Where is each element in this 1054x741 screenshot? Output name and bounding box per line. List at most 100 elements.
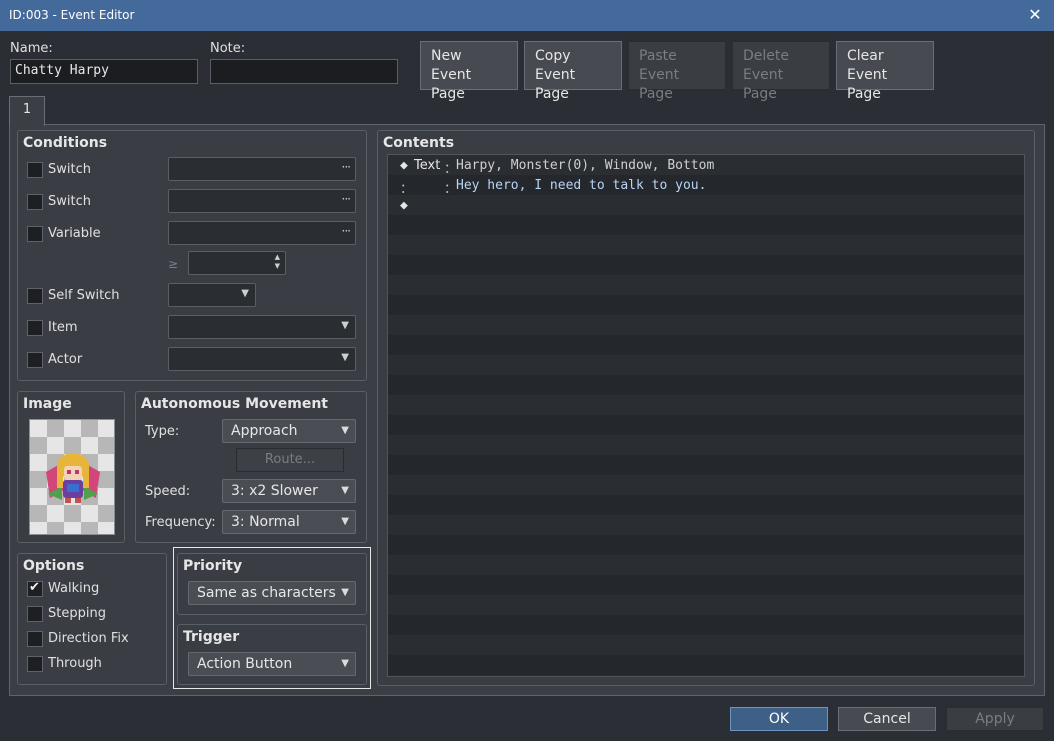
command-line[interactable]: ◆: [388, 197, 1024, 217]
self-switch-dropdown[interactable]: ▼: [168, 283, 256, 307]
ellipsis-icon: ···: [341, 160, 352, 174]
title-bar: ID:003 - Event Editor ✕: [0, 0, 1054, 31]
delete-event-page-label-2: Event Page: [743, 67, 784, 102]
copy-event-page-label-1: Copy: [535, 48, 571, 64]
tab-page-1[interactable]: 1: [9, 96, 45, 126]
item-dropdown[interactable]: ▼: [168, 315, 356, 339]
speed-dropdown[interactable]: 3: x2 Slower ▼: [222, 479, 356, 503]
variable-selector[interactable]: ···: [168, 221, 356, 245]
speed-label: Speed:: [145, 484, 191, 499]
contents-title: Contents: [383, 135, 455, 151]
switch2-selector[interactable]: ···: [168, 189, 356, 213]
trigger-value: Action Button: [197, 656, 293, 672]
variable-checkbox[interactable]: [27, 226, 43, 242]
copy-event-page-button[interactable]: Copy Event Page: [524, 41, 622, 102]
apply-button[interactable]: Apply: [946, 707, 1044, 731]
clear-event-page-button[interactable]: Clear Event Page: [836, 41, 934, 102]
chevron-down-icon: ▼: [341, 658, 349, 669]
autonomous-movement-group: Autonomous Movement Type: Approach ▼ Rout…: [135, 391, 367, 543]
trigger-dropdown[interactable]: Action Button ▼: [188, 652, 356, 676]
options-group: Options Walking Stepping Direction Fix T…: [17, 553, 167, 685]
item-label: Item: [48, 320, 78, 335]
chevron-down-icon: ▼: [341, 352, 349, 363]
movement-type-label: Type:: [145, 424, 180, 439]
cancel-button[interactable]: Cancel: [838, 707, 936, 731]
message-text: Hey hero, I need to talk to you.: [456, 178, 707, 193]
copy-event-page-label-2: Event Page: [535, 67, 576, 102]
note-field[interactable]: [210, 59, 398, 84]
direction-fix-checkbox[interactable]: [27, 631, 43, 647]
name-label: Name:: [10, 41, 53, 56]
clear-event-page-label-2: Event Page: [847, 67, 888, 102]
stepping-checkbox[interactable]: [27, 606, 43, 622]
spinner-arrows-icon[interactable]: ▲ ▼: [275, 253, 280, 271]
conditions-group: Conditions Switch ··· Switch ··· Variabl…: [17, 130, 367, 381]
chevron-down-icon: ▼: [341, 516, 349, 527]
frequency-label: Frequency:: [145, 515, 216, 530]
priority-value: Same as characters: [197, 585, 336, 601]
window-title: ID:003 - Event Editor: [9, 8, 135, 22]
note-label: Note:: [210, 41, 246, 56]
walking-label: Walking: [48, 581, 100, 596]
switch1-checkbox[interactable]: [27, 162, 43, 178]
new-event-page-button[interactable]: New Event Page: [420, 41, 518, 102]
priority-group: Priority Same as characters ▼: [177, 553, 367, 615]
priority-dropdown[interactable]: Same as characters ▼: [188, 581, 356, 605]
image-group: Image: [17, 391, 125, 543]
switch2-label: Switch: [48, 194, 91, 209]
paste-event-page-button[interactable]: Paste Event Page: [628, 41, 726, 102]
ellipsis-icon: ···: [341, 224, 352, 238]
command-line[interactable]: ： ： Hey hero, I need to talk to you.: [388, 177, 1024, 197]
variable-value-spinner[interactable]: ▲ ▼: [188, 251, 286, 275]
name-field[interactable]: Chatty Harpy: [10, 59, 198, 84]
diamond-icon: ◆: [400, 158, 408, 173]
chevron-down-icon: ▼: [341, 320, 349, 331]
speed-value: 3: x2 Slower: [231, 483, 318, 499]
event-command-list[interactable]: ◆ Text ： Harpy, Monster(0), Window, Bott…: [387, 154, 1025, 677]
command-name: [414, 178, 445, 193]
continuation-marker: ：: [400, 182, 414, 197]
movement-type-dropdown[interactable]: Approach ▼: [222, 419, 356, 443]
actor-checkbox[interactable]: [27, 352, 43, 368]
variable-label: Variable: [48, 226, 101, 241]
direction-fix-label: Direction Fix: [48, 631, 129, 646]
event-image-preview[interactable]: [29, 419, 115, 535]
paste-event-page-label-1: Paste: [639, 48, 677, 64]
frequency-dropdown[interactable]: 3: Normal ▼: [222, 510, 356, 534]
close-icon[interactable]: ✕: [1022, 3, 1048, 27]
delete-event-page-button[interactable]: Delete Event Page: [732, 41, 830, 102]
conditions-title: Conditions: [23, 135, 108, 151]
route-button[interactable]: Route...: [236, 448, 344, 472]
new-event-page-label-1: New: [431, 48, 462, 64]
self-switch-label: Self Switch: [48, 288, 120, 303]
new-event-page-label-2: Event Page: [431, 67, 472, 102]
switch1-selector[interactable]: ···: [168, 157, 356, 181]
image-title: Image: [23, 396, 72, 412]
command-name: Text: [414, 158, 441, 173]
ok-button[interactable]: OK: [730, 707, 828, 731]
harpy-sprite-icon: [46, 453, 100, 503]
chevron-down-icon: ▼: [341, 485, 349, 496]
switch2-checkbox[interactable]: [27, 194, 43, 210]
command-line[interactable]: ◆ Text ： Harpy, Monster(0), Window, Bott…: [388, 157, 1024, 177]
priority-title: Priority: [183, 558, 243, 574]
through-label: Through: [48, 656, 102, 671]
clear-event-page-label-1: Clear: [847, 48, 884, 64]
stepping-label: Stepping: [48, 606, 106, 621]
chevron-down-icon: ▼: [241, 288, 249, 299]
through-checkbox[interactable]: [27, 656, 43, 672]
paste-event-page-label-2: Event Page: [639, 67, 680, 102]
trigger-title: Trigger: [183, 629, 240, 645]
walking-checkbox[interactable]: [27, 580, 43, 597]
options-title: Options: [23, 558, 85, 574]
delete-event-page-label-1: Delete: [743, 48, 789, 64]
greater-equal-symbol: ≥: [168, 257, 179, 271]
self-switch-checkbox[interactable]: [27, 288, 43, 304]
item-checkbox[interactable]: [27, 320, 43, 336]
switch1-label: Switch: [48, 162, 91, 177]
chevron-down-icon: ▼: [341, 425, 349, 436]
actor-label: Actor: [48, 352, 83, 367]
command-params: Harpy, Monster(0), Window, Bottom: [456, 158, 715, 173]
ellipsis-icon: ···: [341, 192, 352, 206]
actor-dropdown[interactable]: ▼: [168, 347, 356, 371]
